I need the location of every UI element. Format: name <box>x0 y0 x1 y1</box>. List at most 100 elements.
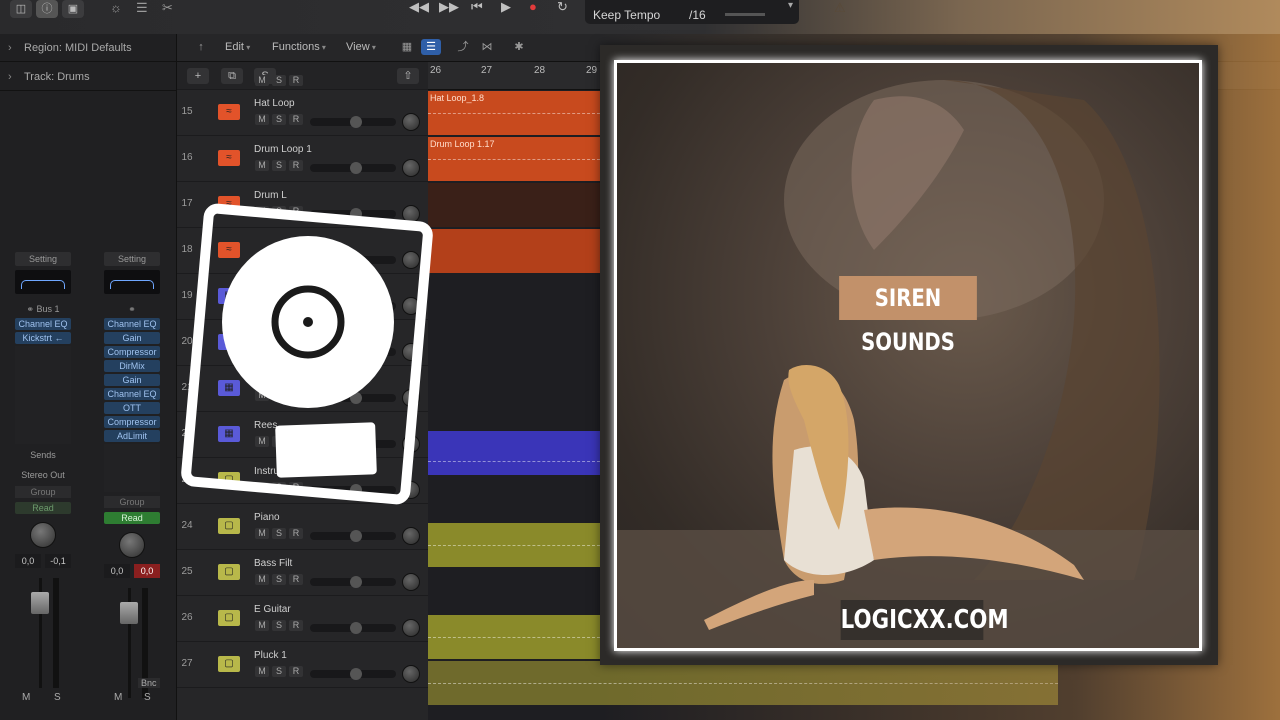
go-to-start-icon[interactable]: ⏮ <box>471 0 483 14</box>
automation-icon[interactable]: ⤴ <box>453 39 473 55</box>
edit-menu[interactable]: Edit <box>225 41 250 53</box>
pan-knob[interactable] <box>30 522 56 548</box>
rewind-icon[interactable]: ◀◀ <box>409 0 429 14</box>
eq-thumbnail[interactable] <box>15 270 71 294</box>
mute-button[interactable]: M <box>22 692 30 703</box>
region[interactable] <box>428 183 600 227</box>
pan-knob[interactable] <box>402 113 420 131</box>
volume-slider[interactable] <box>310 530 396 542</box>
eq-thumbnail[interactable] <box>104 270 160 294</box>
automation-read[interactable]: Read <box>15 502 71 514</box>
track-name[interactable]: Drum L <box>254 190 287 201</box>
track-name[interactable]: Piano <box>254 512 280 523</box>
plugin-slot[interactable]: Gain <box>104 332 160 344</box>
plugin-slot[interactable]: Channel EQ <box>104 388 160 400</box>
solo-button[interactable]: S <box>272 666 286 677</box>
plugin-slot[interactable]: Compressor <box>104 416 160 428</box>
pan-knob[interactable] <box>402 573 420 591</box>
inspector-button[interactable]: ⓘ <box>36 0 58 18</box>
track-name[interactable]: Bass Filt <box>254 558 292 569</box>
track-row[interactable]: 27 ▢ Pluck 1 MSR <box>177 642 428 688</box>
link-icon[interactable]: ⚭ <box>104 304 160 316</box>
plugin-slot[interactable]: OTT <box>104 402 160 414</box>
record-button[interactable]: R <box>289 574 303 585</box>
track-row-partial[interactable]: MSR <box>177 74 428 90</box>
solo-button[interactable]: S <box>272 528 286 539</box>
back-arrow-icon[interactable]: ↑ <box>191 39 211 55</box>
grid-view-icon[interactable]: ▦ <box>397 39 417 55</box>
track-row[interactable]: 16 ≈ Drum Loop 1 MSR <box>177 136 428 182</box>
warning-icon[interactable]: ⚠ <box>834 0 846 16</box>
record-button[interactable]: R <box>289 528 303 539</box>
pan-knob[interactable] <box>402 527 420 545</box>
setting-button[interactable]: Setting <box>104 252 160 266</box>
track-inspector[interactable]: › Track: Drums <box>0 63 177 91</box>
plugin-slot[interactable]: AdLimit <box>104 430 160 442</box>
track-row[interactable]: 26 ▢ E Guitar M S R <box>177 596 428 642</box>
solo-button[interactable]: S <box>272 160 286 171</box>
library-button[interactable]: ◫ <box>10 0 32 18</box>
region[interactable] <box>428 229 600 273</box>
view-menu[interactable]: View <box>346 41 376 53</box>
mixer-icon[interactable]: ☰ <box>136 0 148 16</box>
pan-knob[interactable] <box>119 532 145 558</box>
region[interactable] <box>428 431 600 475</box>
mute-button[interactable]: M <box>114 692 122 703</box>
track-row[interactable]: 25 ▢ Bass Filt M S R <box>177 550 428 596</box>
track-row[interactable]: 15 ≈ Hat Loop M S R <box>177 90 428 136</box>
volume-slider[interactable] <box>310 116 396 128</box>
record-button[interactable]: R <box>289 114 303 125</box>
mute-button[interactable]: M <box>255 160 269 171</box>
volume-slider[interactable] <box>310 668 396 680</box>
record-button[interactable]: R <box>289 160 303 171</box>
plugin-slot[interactable]: Channel EQ <box>104 318 160 330</box>
setting-button[interactable]: Setting <box>15 252 71 266</box>
automation-read[interactable]: Read <box>104 512 160 524</box>
record-button[interactable]: R <box>289 75 303 86</box>
record-button[interactable]: R <box>289 666 303 677</box>
solo-button[interactable]: S <box>272 114 286 125</box>
region-inspector[interactable]: › Region: MIDI Defaults <box>0 34 177 62</box>
track-name[interactable]: Hat Loop <box>254 98 295 109</box>
group-slot[interactable]: Group <box>15 486 71 498</box>
plugin-slot[interactable]: Compressor <box>104 346 160 358</box>
pan-knob[interactable] <box>402 159 420 177</box>
group-slot[interactable]: Group <box>104 496 160 508</box>
record-icon[interactable]: ● <box>529 0 537 14</box>
mute-button[interactable]: M <box>255 666 269 677</box>
fast-forward-icon[interactable]: ▶▶ <box>439 0 459 14</box>
chevron-down-icon[interactable]: ▾ <box>788 0 793 11</box>
solo-button[interactable]: S <box>272 75 286 86</box>
play-icon[interactable]: ▶ <box>501 0 511 14</box>
volume-slider[interactable] <box>310 622 396 634</box>
track-name[interactable]: E Guitar <box>254 604 291 615</box>
track-row[interactable]: 24 ▢ Piano M S R <box>177 504 428 550</box>
track-name[interactable]: Drum Loop 1 <box>254 144 312 155</box>
solo-button[interactable]: S <box>272 574 286 585</box>
catch-icon[interactable]: ✱ <box>509 39 529 55</box>
mute-button[interactable]: M <box>255 574 269 585</box>
volume-slider[interactable] <box>310 162 396 174</box>
flex-icon[interactable]: ⋈ <box>477 39 497 55</box>
track-name[interactable]: Pluck 1 <box>254 650 287 661</box>
record-button[interactable]: R <box>289 620 303 631</box>
plugin-slot[interactable]: DirMix <box>104 360 160 372</box>
volume-slider[interactable] <box>310 576 396 588</box>
region[interactable] <box>428 523 600 567</box>
smart-controls-icon[interactable]: ☼ <box>110 0 122 16</box>
plugin-slot[interactable]: Kickstrt ← <box>15 332 71 344</box>
pan-knob[interactable] <box>402 665 420 683</box>
plugin-slot[interactable]: Gain <box>104 374 160 386</box>
mute-button[interactable]: M <box>255 528 269 539</box>
pan-knob[interactable] <box>402 619 420 637</box>
region[interactable]: Hat Loop_1.8 <box>428 91 600 135</box>
toolbar-toggle-button[interactable]: ▣ <box>62 0 84 18</box>
plugin-slot[interactable]: Channel EQ <box>15 318 71 330</box>
mute-button[interactable]: M <box>255 114 269 125</box>
list-view-icon[interactable]: ☰ <box>421 39 441 55</box>
mute-button[interactable]: M <box>255 620 269 631</box>
output-slot[interactable]: Stereo Out <box>15 470 71 482</box>
functions-menu[interactable]: Functions <box>272 41 326 53</box>
solo-button[interactable]: S <box>272 620 286 631</box>
solo-button[interactable]: S <box>54 692 61 703</box>
